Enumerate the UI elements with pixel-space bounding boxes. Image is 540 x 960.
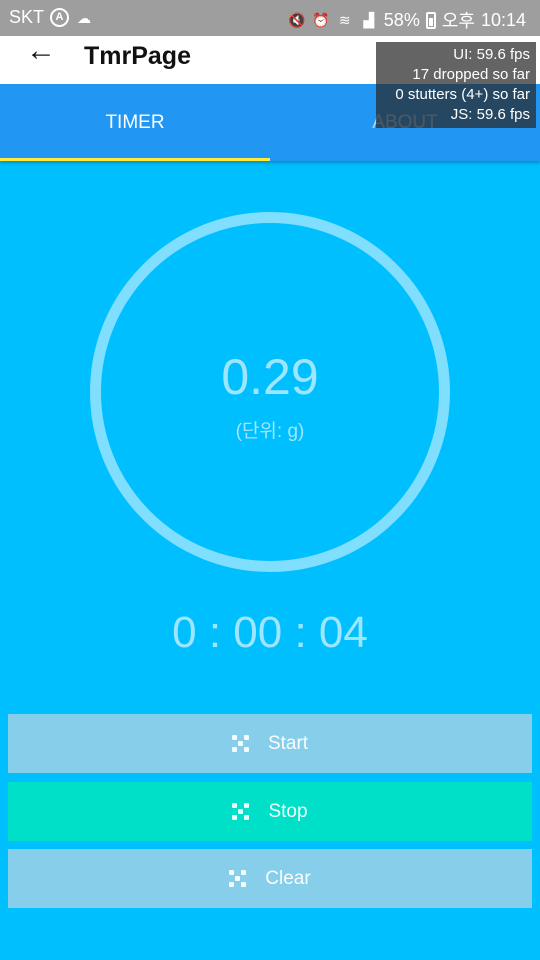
- tab-indicator: [0, 158, 270, 161]
- start-button[interactable]: Start: [8, 714, 532, 773]
- stop-button[interactable]: Stop: [8, 782, 532, 841]
- perf-js-fps: JS: 59.6 fps: [450, 106, 530, 123]
- mute-icon: 🔇: [288, 12, 306, 28]
- perf-monitor: UI: 59.6 fps 17 dropped so far 0 stutter…: [376, 42, 536, 128]
- cloud-icon: ☁: [77, 9, 92, 26]
- ampm-label: 오후: [441, 11, 475, 31]
- gauge-unit: (단위: g): [235, 421, 305, 442]
- alarm-icon: ⏰: [312, 12, 330, 28]
- status-bar: SKT A ☁ 🔇 ⏰ ≋ ▟ 58% 오후 10:14: [0, 0, 540, 36]
- perf-ui-fps: UI: 59.6 fps: [453, 46, 530, 63]
- battery-icon: [425, 11, 436, 29]
- carrier-label: SKT: [9, 7, 45, 27]
- signal-icon: ▟: [363, 12, 375, 28]
- stop-label: Stop: [268, 800, 308, 822]
- stop-icon: [232, 802, 250, 821]
- clock-time: 10:14: [480, 9, 526, 30]
- status-bar-left: SKT A ☁: [9, 7, 93, 28]
- back-arrow-icon[interactable]: ←: [26, 36, 58, 68]
- clear-label: Clear: [265, 867, 311, 889]
- gauge-value: 0.29: [221, 349, 319, 405]
- tab-timer[interactable]: TIMER: [0, 84, 270, 161]
- wifi-icon: ≋: [338, 12, 351, 28]
- clear-icon: [229, 869, 247, 888]
- perf-stutters: 0 stutters (4+) so far: [395, 86, 530, 103]
- a-icon: A: [50, 8, 70, 27]
- perf-dropped: 17 dropped so far: [412, 66, 530, 83]
- clear-button[interactable]: Clear: [8, 849, 532, 908]
- battery-percent: 58%: [383, 9, 420, 30]
- timer-display: 0 : 00 : 04: [172, 608, 368, 657]
- status-bar-right: 🔇 ⏰ ≋ ▟ 58% 오후 10:14: [288, 7, 526, 33]
- page-title: TmrPage: [84, 42, 191, 70]
- start-label: Start: [267, 732, 309, 754]
- start-icon: [231, 734, 250, 753]
